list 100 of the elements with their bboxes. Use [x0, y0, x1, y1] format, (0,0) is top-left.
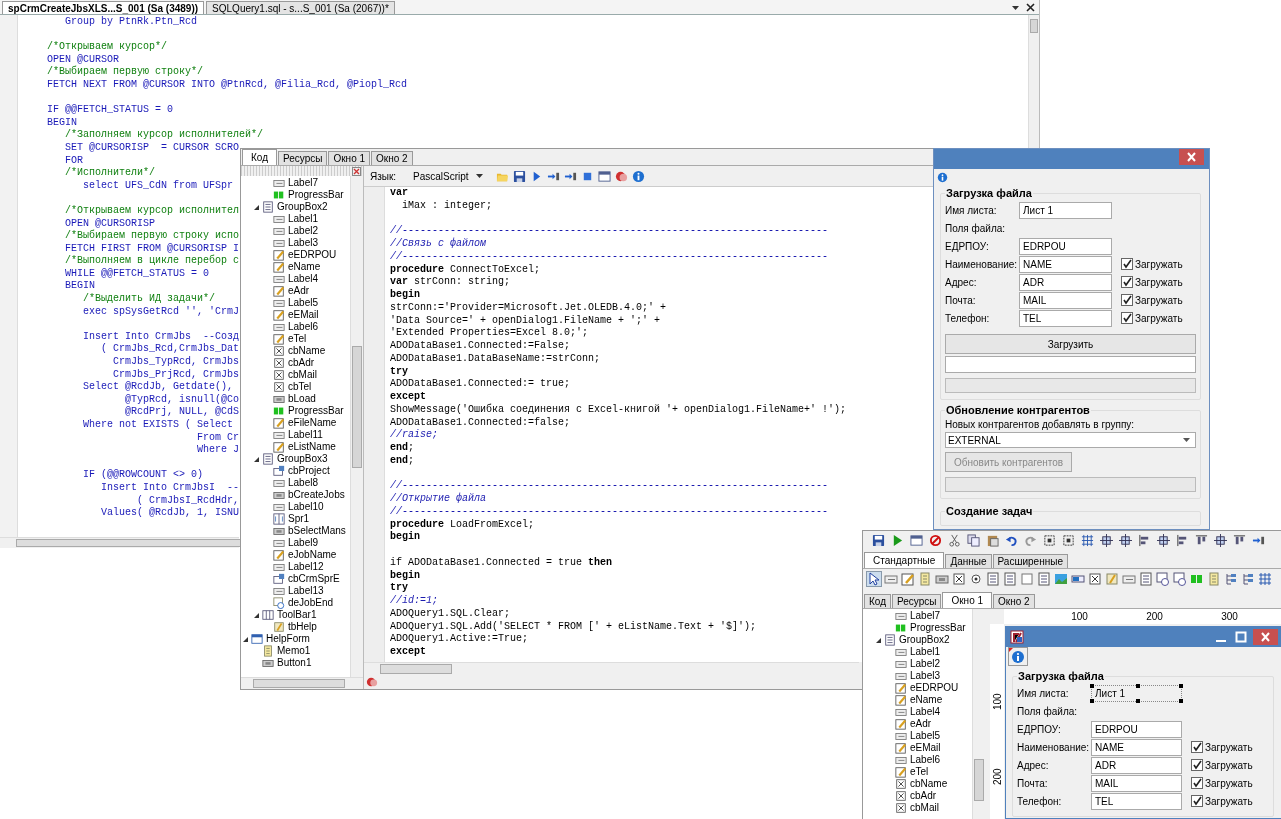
- tab[interactable]: Окно 2: [371, 151, 413, 165]
- tab[interactable]: Код: [242, 149, 277, 165]
- tree-item[interactable]: Label2: [288, 225, 319, 237]
- tab[interactable]: Окно 1: [328, 151, 371, 165]
- dropdown-arrow-icon[interactable]: [476, 174, 483, 178]
- select-group-icon[interactable]: [1062, 533, 1075, 547]
- align-middle-icon[interactable]: [1214, 533, 1227, 547]
- maximize-button[interactable]: [1233, 629, 1249, 645]
- tab[interactable]: Ресурсы: [278, 151, 328, 165]
- close-button[interactable]: [1253, 629, 1278, 645]
- align-bottom-icon[interactable]: [1233, 533, 1246, 547]
- clock-icon[interactable]: [1156, 572, 1170, 586]
- tree-item[interactable]: eEDRPOU: [910, 682, 959, 694]
- tab[interactable]: Ресурсы: [892, 594, 942, 608]
- tree-item[interactable]: ProgressBar: [288, 405, 344, 417]
- tab[interactable]: Окно 2: [993, 594, 1035, 608]
- tree-item[interactable]: Label3: [288, 237, 319, 249]
- gauge-icon[interactable]: [1071, 572, 1085, 586]
- tree-item[interactable]: eEMail: [910, 742, 941, 754]
- editor-tab[interactable]: spCrmCreateJbsXLS...S_001 (Sa (3489)): [2, 1, 205, 14]
- dropdown-icon[interactable]: [1011, 3, 1020, 12]
- text-field[interactable]: [945, 356, 1196, 373]
- grid-icon[interactable]: [1258, 572, 1272, 586]
- text-field[interactable]: EDRPOU: [1019, 237, 1112, 255]
- palette-tab[interactable]: Данные: [945, 554, 992, 568]
- text-field[interactable]: MAIL: [1091, 774, 1182, 792]
- tree-item[interactable]: Label7: [288, 177, 319, 189]
- clock-icon[interactable]: [1173, 572, 1187, 586]
- tree-item[interactable]: Memo1: [277, 645, 311, 657]
- expand-arrow-icon[interactable]: [875, 636, 882, 644]
- label-icon[interactable]: [1122, 572, 1136, 586]
- grid-icon[interactable]: [1081, 533, 1094, 547]
- close-icon[interactable]: [1026, 3, 1035, 12]
- tab[interactable]: Окно 1: [942, 592, 993, 608]
- image-icon[interactable]: [1054, 572, 1068, 586]
- tree-item[interactable]: eEDRPOU: [288, 249, 337, 261]
- tree-item[interactable]: Label3: [910, 670, 941, 682]
- list-icon[interactable]: [1037, 572, 1051, 586]
- tree-item[interactable]: GroupBox3: [277, 453, 328, 465]
- checkbox[interactable]: [1121, 312, 1133, 324]
- group-dropdown[interactable]: EXTERNAL: [945, 432, 1196, 448]
- checkbox[interactable]: [1191, 795, 1203, 807]
- expand-arrow-icon[interactable]: [242, 635, 249, 643]
- tree-item[interactable]: cbAdr: [910, 790, 937, 802]
- horizontal-scrollbar[interactable]: [364, 662, 859, 675]
- tree-item[interactable]: GroupBox2: [277, 201, 328, 213]
- vertical-scrollbar[interactable]: [972, 609, 985, 819]
- tree-item[interactable]: cbMail: [288, 369, 317, 381]
- tree-item[interactable]: eTel: [288, 333, 307, 345]
- vertical-scrollbar[interactable]: [350, 176, 363, 677]
- tree-item[interactable]: Label1: [910, 646, 941, 658]
- tree-item[interactable]: Label8: [288, 477, 319, 489]
- text-field[interactable]: EDRPOU: [1091, 720, 1182, 738]
- tree-item[interactable]: cbName: [288, 345, 326, 357]
- info-button[interactable]: [1008, 647, 1028, 666]
- palette-tab[interactable]: Стандартные: [864, 552, 945, 568]
- tree-item[interactable]: ProgressBar: [910, 622, 966, 634]
- copy-icon[interactable]: [967, 533, 980, 547]
- label-icon[interactable]: [884, 572, 898, 586]
- tree-item[interactable]: cbName: [910, 778, 948, 790]
- tree-item[interactable]: Label6: [288, 321, 319, 333]
- cut-icon[interactable]: [948, 533, 961, 547]
- tree-item[interactable]: Label13: [288, 585, 324, 597]
- checkbox[interactable]: [1191, 777, 1203, 789]
- tree-item[interactable]: eAdr: [288, 285, 310, 297]
- tree-item[interactable]: Spr1: [288, 513, 310, 525]
- pointer-icon[interactable]: [867, 572, 881, 586]
- tree-item[interactable]: eJobName: [288, 549, 337, 561]
- align-top-icon[interactable]: [1195, 533, 1208, 547]
- tree-item[interactable]: eAdr: [910, 718, 932, 730]
- checkbox[interactable]: [1191, 741, 1203, 753]
- center-icon[interactable]: [1100, 533, 1113, 547]
- editor-tab[interactable]: SQLQuery1.sql - s...S_001 (Sa (2067))*: [206, 1, 395, 14]
- tree-item[interactable]: Label2: [910, 658, 941, 670]
- tree-item[interactable]: cbAdr: [288, 357, 315, 369]
- tree-item[interactable]: cbCrmSprE: [288, 573, 340, 585]
- tree-item[interactable]: Label10: [288, 501, 324, 513]
- radio-icon[interactable]: [969, 572, 983, 586]
- expand-arrow-icon[interactable]: [253, 203, 260, 211]
- expand-arrow-icon[interactable]: [253, 611, 260, 619]
- tree-item[interactable]: ToolBar1: [277, 609, 317, 621]
- breakpoint-icon[interactable]: [615, 169, 628, 183]
- tree-item[interactable]: HelpForm: [266, 633, 310, 645]
- close-button[interactable]: [1179, 149, 1204, 165]
- tree-item[interactable]: eFileName: [288, 417, 337, 429]
- tree-item[interactable]: Label9: [288, 537, 319, 549]
- save-icon[interactable]: [872, 533, 885, 547]
- tree-item[interactable]: Label4: [288, 273, 319, 285]
- form-editor-icon[interactable]: [910, 533, 923, 547]
- tree-item[interactable]: ProgressBar: [288, 189, 344, 201]
- tree-item[interactable]: Label1: [288, 213, 319, 225]
- stop-icon[interactable]: [929, 533, 942, 547]
- tree-item[interactable]: Label6: [910, 754, 941, 766]
- tab[interactable]: Код: [864, 594, 891, 608]
- tree-item[interactable]: Label12: [288, 561, 324, 573]
- text-field[interactable]: TEL: [1019, 309, 1112, 327]
- tree-item[interactable]: tbHelp: [288, 621, 317, 633]
- load-button[interactable]: Загрузить: [945, 334, 1196, 354]
- tree-item[interactable]: Label11: [288, 429, 323, 441]
- list-icon[interactable]: [1003, 572, 1017, 586]
